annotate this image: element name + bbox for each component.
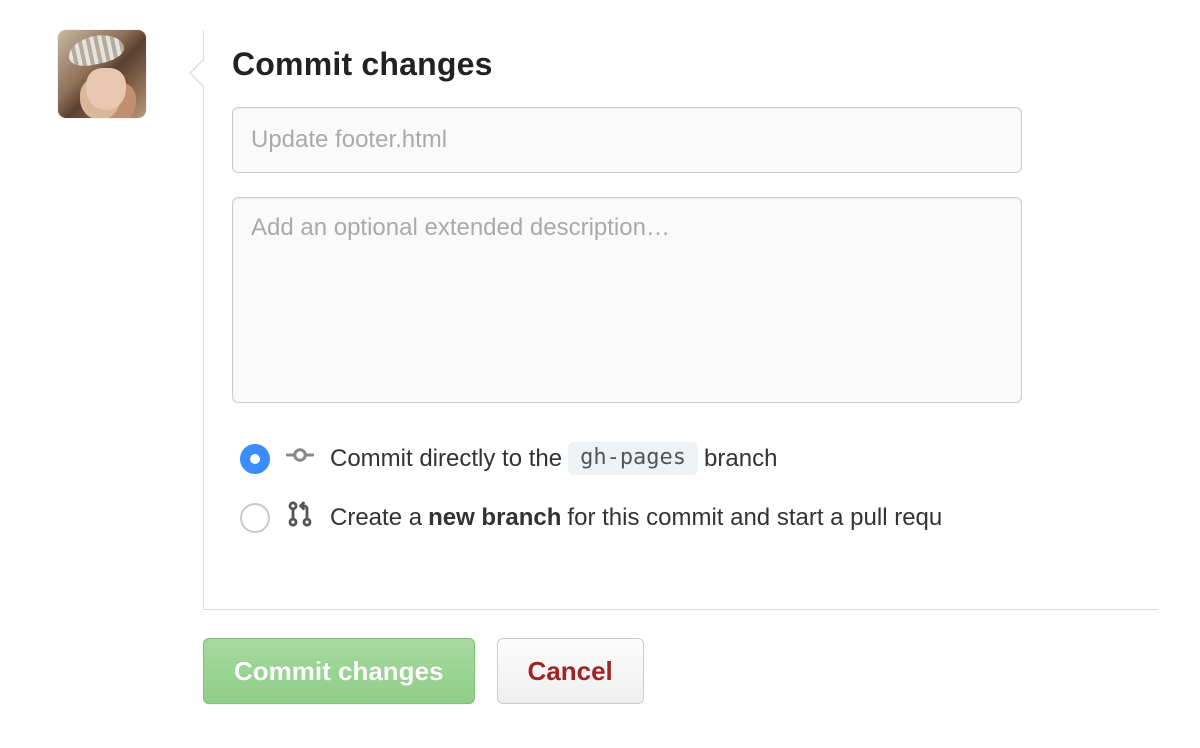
radio-selected-icon — [240, 444, 270, 474]
avatar — [58, 30, 146, 118]
commit-changes-button[interactable]: Commit changes — [203, 638, 475, 704]
option-new-branch[interactable]: Create a new branch for this commit and … — [240, 500, 1158, 535]
git-pull-request-icon — [286, 500, 314, 535]
speech-pointer — [189, 58, 204, 88]
commit-actions: Commit changes Cancel — [203, 638, 1158, 704]
branch-name-pill: gh-pages — [568, 442, 698, 476]
git-commit-icon — [286, 441, 314, 476]
commit-summary-input[interactable] — [232, 107, 1022, 173]
option-commit-direct[interactable]: Commit directly to the gh-pages branch — [240, 441, 1158, 476]
cancel-button[interactable]: Cancel — [497, 638, 644, 704]
commit-panel: Commit changes Commit directly to the gh… — [203, 30, 1158, 610]
radio-unselected-icon — [240, 503, 270, 533]
commit-description-input[interactable] — [232, 197, 1022, 403]
option-new-branch-label: Create a new branch for this commit and … — [330, 504, 942, 532]
commit-options: Commit directly to the gh-pages branch — [240, 441, 1158, 535]
panel-title: Commit changes — [232, 46, 1158, 83]
option-direct-label: Commit directly to the gh-pages branch — [330, 442, 777, 476]
